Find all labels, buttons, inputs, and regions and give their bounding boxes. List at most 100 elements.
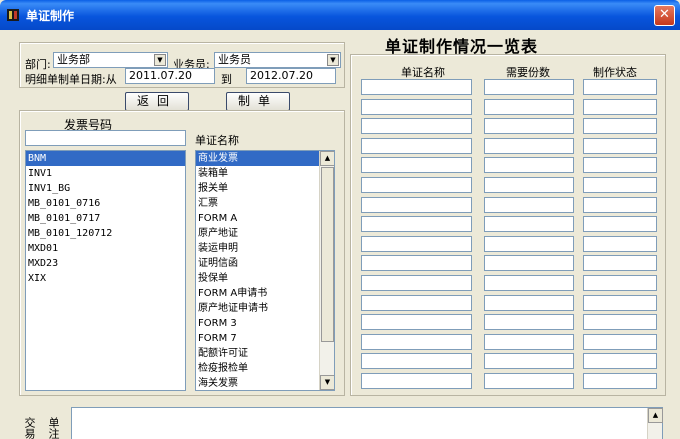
- overview-doc-name-cell[interactable]: [361, 294, 472, 311]
- col-head-status: 制作状态: [593, 66, 637, 79]
- overview-status-cell[interactable]: [583, 314, 657, 331]
- overview-copies-cell[interactable]: [484, 157, 574, 174]
- overview-status-cell[interactable]: [583, 216, 657, 233]
- doc-name-list-item[interactable]: 配额许可证: [196, 346, 319, 361]
- invoice-list-item[interactable]: MB_0101_0716: [26, 196, 185, 211]
- doc-name-list-item[interactable]: 装箱单: [196, 166, 319, 181]
- invoice-search-input[interactable]: [25, 130, 186, 146]
- overview-doc-name-cell[interactable]: [361, 275, 472, 291]
- overview-copies-cell[interactable]: [484, 314, 574, 331]
- overview-doc-name-cell[interactable]: [361, 157, 472, 174]
- invoice-list[interactable]: BNM INV1 INV1_BG MB_0101_0716 MB_0101_0717 MB…: [25, 150, 186, 391]
- doc-name-list-item[interactable]: FORM 3: [196, 316, 319, 331]
- overview-copies-cell[interactable]: [484, 118, 574, 135]
- doc-name-list-item[interactable]: 原产地证: [196, 226, 319, 241]
- overview-status-cell[interactable]: [583, 333, 657, 350]
- overview-copies-cell[interactable]: [484, 216, 574, 233]
- overview-copies-cell[interactable]: [484, 373, 574, 389]
- date-to-label: 到: [221, 73, 232, 86]
- close-button[interactable]: ✕: [654, 5, 675, 26]
- overview-doc-name-cell[interactable]: [361, 118, 472, 135]
- chevron-down-icon[interactable]: ▼: [327, 54, 339, 66]
- back-button[interactable]: 返回: [125, 92, 189, 111]
- invoice-list-item[interactable]: BNM: [26, 151, 185, 166]
- doc-name-list-item[interactable]: 商业发票: [196, 151, 319, 166]
- scroll-up-icon[interactable]: ▲: [320, 151, 334, 166]
- date-to-field[interactable]: 2012.07.20: [246, 68, 336, 84]
- chevron-down-icon[interactable]: ▼: [154, 54, 166, 66]
- dialog-body: 部门: 业务部 ▼ 业务员: 业务员 ▼ 明细单制单日期:从 2011.07.2…: [3, 30, 677, 439]
- doc-list-scrollbar[interactable]: ▲ ▼: [319, 151, 334, 390]
- overview-status-cell[interactable]: [583, 235, 657, 252]
- doc-name-list-item[interactable]: FORM A申请书: [196, 286, 319, 301]
- overview-copies-cell[interactable]: [484, 196, 574, 213]
- overview-copies-cell[interactable]: [484, 275, 574, 291]
- overview-status-cell[interactable]: [583, 353, 657, 370]
- overview-copies-cell[interactable]: [484, 255, 574, 272]
- overview-status-cell[interactable]: [583, 196, 657, 213]
- overview-status-cell[interactable]: [583, 177, 657, 193]
- memo-input[interactable]: ▲: [71, 407, 663, 439]
- doc-name-list-item[interactable]: 检疫报检单: [196, 361, 319, 376]
- overview-status-cell[interactable]: [583, 294, 657, 311]
- overview-copies-cell[interactable]: [484, 98, 574, 115]
- doc-name-list-item[interactable]: 海关发票: [196, 376, 319, 390]
- overview-doc-name-cell[interactable]: [361, 314, 472, 331]
- overview-copies-cell[interactable]: [484, 294, 574, 311]
- overview-doc-name-cell[interactable]: [361, 177, 472, 193]
- doc-name-list-item[interactable]: 投保单: [196, 271, 319, 286]
- overview-doc-name-cell[interactable]: [361, 196, 472, 213]
- overview-status-cell[interactable]: [583, 275, 657, 291]
- overview-doc-name-cell[interactable]: [361, 98, 472, 115]
- overview-copies-cell[interactable]: [484, 333, 574, 350]
- make-button[interactable]: 制单: [226, 92, 290, 111]
- overview-copies-cell[interactable]: [484, 177, 574, 193]
- overview-copies-cell[interactable]: [484, 353, 574, 370]
- doc-name-list-item[interactable]: 汇票: [196, 196, 319, 211]
- window-title: 单证制作: [26, 9, 75, 23]
- overview-copies-cell[interactable]: [484, 137, 574, 154]
- overview-status-cell[interactable]: [583, 79, 657, 95]
- doc-name-list[interactable]: 商业发票 装箱单 报关单 汇票 FORM A 原产地证 装运申明 证明信函 投保单 FORM A申…: [195, 150, 335, 391]
- invoice-list-item[interactable]: INV1_BG: [26, 181, 185, 196]
- overview-doc-name-cell[interactable]: [361, 353, 472, 370]
- invoice-list-item[interactable]: INV1: [26, 166, 185, 181]
- overview-copies-cell[interactable]: [484, 79, 574, 95]
- doc-name-label: 单证名称: [195, 134, 239, 147]
- invoice-list-item[interactable]: MB_0101_0717: [26, 211, 185, 226]
- overview-doc-name-cell[interactable]: [361, 373, 472, 389]
- overview-status-cell[interactable]: [583, 157, 657, 174]
- overview-copies-cell[interactable]: [484, 235, 574, 252]
- overview-status-cell[interactable]: [583, 98, 657, 115]
- overview-status-cell[interactable]: [583, 255, 657, 272]
- date-from-field[interactable]: 2011.07.20: [125, 68, 215, 84]
- overview-doc-name-cell[interactable]: [361, 235, 472, 252]
- overview-doc-name-cell[interactable]: [361, 216, 472, 233]
- doc-name-list-item[interactable]: 证明信函: [196, 256, 319, 271]
- doc-name-list-item[interactable]: FORM A: [196, 211, 319, 226]
- invoice-list-item[interactable]: XIX: [26, 271, 185, 286]
- clerk-select-value: 业务员: [218, 53, 251, 66]
- doc-name-list-item[interactable]: 装运申明: [196, 241, 319, 256]
- overview-doc-name-cell[interactable]: [361, 255, 472, 272]
- dept-select[interactable]: 业务部 ▼: [53, 52, 168, 68]
- doc-name-list-item[interactable]: FORM 7: [196, 331, 319, 346]
- overview-status-cell[interactable]: [583, 118, 657, 135]
- invoice-list-item[interactable]: MXD01: [26, 241, 185, 256]
- clerk-select[interactable]: 业务员 ▼: [214, 52, 341, 68]
- doc-name-list-item[interactable]: 报关单: [196, 181, 319, 196]
- overview-status-cell[interactable]: [583, 137, 657, 154]
- dept-label: 部门:: [25, 58, 51, 71]
- overview-doc-name-cell[interactable]: [361, 333, 472, 350]
- doc-name-list-items: 商业发票 装箱单 报关单 汇票 FORM A 原产地证 装运申明 证明信函 投保单 FORM A申…: [196, 151, 319, 390]
- doc-name-list-item[interactable]: 原产地证申请书: [196, 301, 319, 316]
- overview-doc-name-cell[interactable]: [361, 137, 472, 154]
- memo-scrollbar[interactable]: ▲: [647, 408, 663, 439]
- scroll-up-icon[interactable]: ▲: [648, 408, 663, 423]
- overview-doc-name-cell[interactable]: [361, 79, 472, 95]
- invoice-list-item[interactable]: MXD23: [26, 256, 185, 271]
- scroll-down-icon[interactable]: ▼: [320, 375, 334, 390]
- scroll-thumb[interactable]: [321, 167, 334, 342]
- overview-status-cell[interactable]: [583, 373, 657, 389]
- invoice-list-item[interactable]: MB_0101_120712: [26, 226, 185, 241]
